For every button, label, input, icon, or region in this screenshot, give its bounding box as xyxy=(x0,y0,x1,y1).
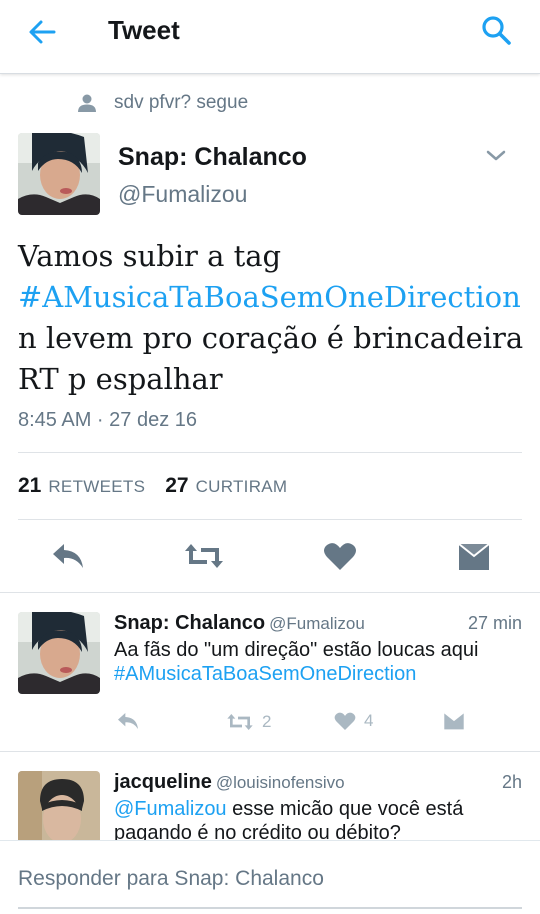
list-item[interactable]: jacqueline @louisinofensivo 2h @Fumalizou… xyxy=(0,752,540,840)
author-name[interactable]: Snap: Chalanco xyxy=(118,143,307,172)
reply-icon[interactable] xyxy=(116,711,140,731)
hashtag-link[interactable]: #AMusicaTaBoaSemOneDirection xyxy=(18,277,528,318)
list-item[interactable]: Snap: Chalanco @Fumalizou 27 min Aa fãs d… xyxy=(0,593,540,751)
reply-author-name[interactable]: Snap: Chalanco xyxy=(114,612,265,634)
tweet-text-line: Vamos subir a tag xyxy=(18,239,282,273)
reply-text-line: pagando é no crédito ou débito? xyxy=(114,822,401,840)
likes-count[interactable]: 27 xyxy=(165,474,188,498)
reply-author-handle[interactable]: @Fumalizou xyxy=(269,614,365,633)
avatar[interactable] xyxy=(18,771,100,840)
page-title: Tweet xyxy=(108,15,180,45)
reply-time: 27 min xyxy=(467,613,522,633)
arrow-left-icon[interactable] xyxy=(26,16,58,48)
tweet-timestamp: 8:45 AM · 27 dez 16 xyxy=(18,409,198,431)
heart-icon xyxy=(334,712,356,731)
retweets-count[interactable]: 21 xyxy=(18,474,41,498)
retweet-icon xyxy=(227,714,253,730)
avatar[interactable] xyxy=(18,612,100,694)
reply-composer: Responder para Snap: Chalanco xyxy=(0,840,540,914)
top-bar: Tweet xyxy=(0,0,540,74)
retweet-icon[interactable] xyxy=(183,540,225,572)
social-context-text: sdv pfvr? segue xyxy=(114,92,249,113)
tweet-text: Vamos subir a tag #AMusicaTaBoaSemOneDir… xyxy=(18,236,528,400)
divider xyxy=(18,519,522,520)
reply-input[interactable]: Responder para Snap: Chalanco xyxy=(18,867,324,891)
input-underline xyxy=(18,907,522,909)
divider xyxy=(18,452,522,453)
like-count: 4 xyxy=(364,711,374,730)
person-icon xyxy=(76,92,98,114)
like-button[interactable]: 4 xyxy=(334,711,373,731)
reply-actions: 2 4 xyxy=(114,711,504,737)
reply-text: Aa fãs do "um direção" estão loucas aqui… xyxy=(114,638,524,686)
retweets-label[interactable]: RETWEETS xyxy=(48,477,145,497)
retweet-count: 2 xyxy=(262,712,272,731)
search-icon[interactable] xyxy=(480,14,514,48)
reply-text-line: Aa fãs do "um direção" estão loucas aqui xyxy=(114,639,479,661)
likes-label[interactable]: CURTIRAM xyxy=(196,477,288,497)
reply-text: @Fumalizou esse micão que você está paga… xyxy=(114,797,524,840)
tweet-text-line: RT p espalhar xyxy=(18,362,223,396)
author-handle[interactable]: @Fumalizou xyxy=(118,181,247,208)
hashtag-link[interactable]: #AMusicaTaBoaSemOneDirection xyxy=(114,662,524,686)
mention-link[interactable]: @Fumalizou xyxy=(114,798,227,820)
message-icon[interactable] xyxy=(457,542,491,572)
message-icon[interactable] xyxy=(443,711,465,731)
social-context[interactable]: sdv pfvr? segue xyxy=(76,92,248,114)
reply-author-name[interactable]: jacqueline xyxy=(114,771,212,793)
heart-icon[interactable] xyxy=(323,541,357,571)
tweet-text-line: n levem pro coração é brincadeira xyxy=(18,321,524,355)
retweet-button[interactable]: 2 xyxy=(226,711,271,733)
tweet-stats: 21 RETWEETS 27 CURTIRAM xyxy=(18,474,307,498)
reply-time: 2h xyxy=(501,772,522,792)
reply-header: Snap: Chalanco @Fumalizou xyxy=(114,612,365,635)
reply-header: jacqueline @louisinofensivo xyxy=(114,771,345,794)
reply-author-handle[interactable]: @louisinofensivo xyxy=(216,773,345,792)
reply-text-line: esse micão que você está xyxy=(226,798,464,820)
reply-icon[interactable] xyxy=(50,541,86,571)
avatar[interactable] xyxy=(18,133,100,215)
chevron-down-icon[interactable] xyxy=(484,146,508,166)
